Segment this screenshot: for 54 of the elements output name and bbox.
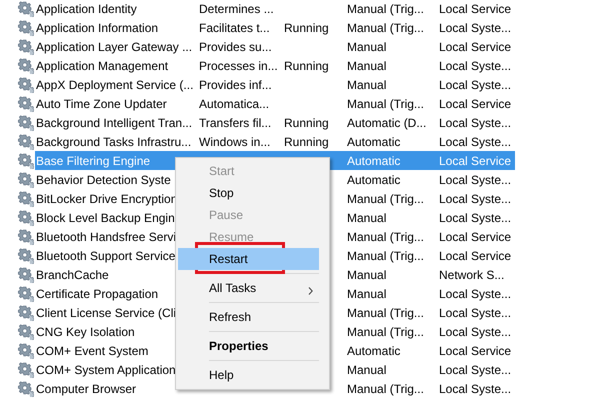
service-description: Provides inf... [199, 78, 272, 92]
log-on-as: Local Syste... [439, 324, 512, 338]
startup-type: Manual [347, 268, 386, 282]
service-status: Running [284, 58, 329, 72]
startup-type: Manual (Trig... [347, 192, 424, 206]
startup-type: Automatic [347, 172, 400, 186]
startup-type: Manual [347, 210, 386, 224]
service-status: Running [284, 134, 329, 148]
startup-type: Manual [347, 362, 386, 376]
startup-type: Automatic [347, 154, 400, 168]
startup-type: Manual (Trig... [347, 20, 424, 34]
log-on-as: Local Syste... [439, 210, 512, 224]
startup-type: Manual [347, 78, 386, 92]
startup-type: Manual (Trig... [347, 96, 424, 110]
service-status: Running [284, 116, 329, 130]
log-on-as: Local Service [439, 96, 512, 110]
startup-type: Automatic [347, 344, 400, 358]
log-on-as: Local Syste... [439, 362, 512, 376]
log-on-as: Network S... [439, 268, 504, 282]
log-on-as: Local Syste... [439, 134, 512, 148]
startup-type: Manual (Trig... [347, 248, 424, 262]
service-status: Running [284, 20, 329, 34]
startup-type: Manual [347, 40, 386, 54]
log-on-as: Local Service [439, 248, 512, 262]
service-description: Facilitates t... [199, 20, 270, 34]
startup-type: Manual (Trig... [347, 306, 424, 320]
log-on-as: Local Syste... [439, 20, 512, 34]
startup-type: Manual (Trig... [347, 2, 424, 16]
startup-type: Manual (Trig... [347, 230, 424, 244]
service-description: Processes in... [199, 58, 278, 72]
service-description: Provides su... [199, 40, 272, 54]
log-on-as: Local Syste... [439, 78, 512, 92]
log-on-as: Local Syste... [439, 192, 512, 206]
log-on-as: Local Service [439, 154, 512, 168]
startup-type: Manual [347, 286, 386, 300]
service-description: Transfers fil... [199, 116, 272, 130]
log-on-as: Local Service [439, 40, 512, 54]
startup-type: Automatic [347, 134, 400, 148]
startup-type: Manual [347, 58, 386, 72]
log-on-as: Local Service [439, 230, 512, 244]
log-on-as: Local Syste... [439, 172, 512, 186]
log-on-as: Local Service [439, 344, 512, 358]
service-description: Windows in... [199, 134, 270, 148]
startup-type: Manual (Trig... [347, 382, 424, 396]
log-on-as: Local Syste... [439, 58, 512, 72]
log-on-as: Local Service [439, 2, 512, 16]
log-on-as: Local Syste... [439, 382, 512, 396]
startup-type: Automatic (D... [347, 116, 426, 130]
service-description: Determines ... [199, 2, 274, 16]
log-on-as: Local Syste... [439, 306, 512, 320]
startup-type: Manual (Trig... [347, 324, 424, 338]
service-description: Automatica... [199, 96, 270, 110]
log-on-as: Local Syste... [439, 116, 512, 130]
log-on-as: Local Syste... [439, 286, 512, 300]
